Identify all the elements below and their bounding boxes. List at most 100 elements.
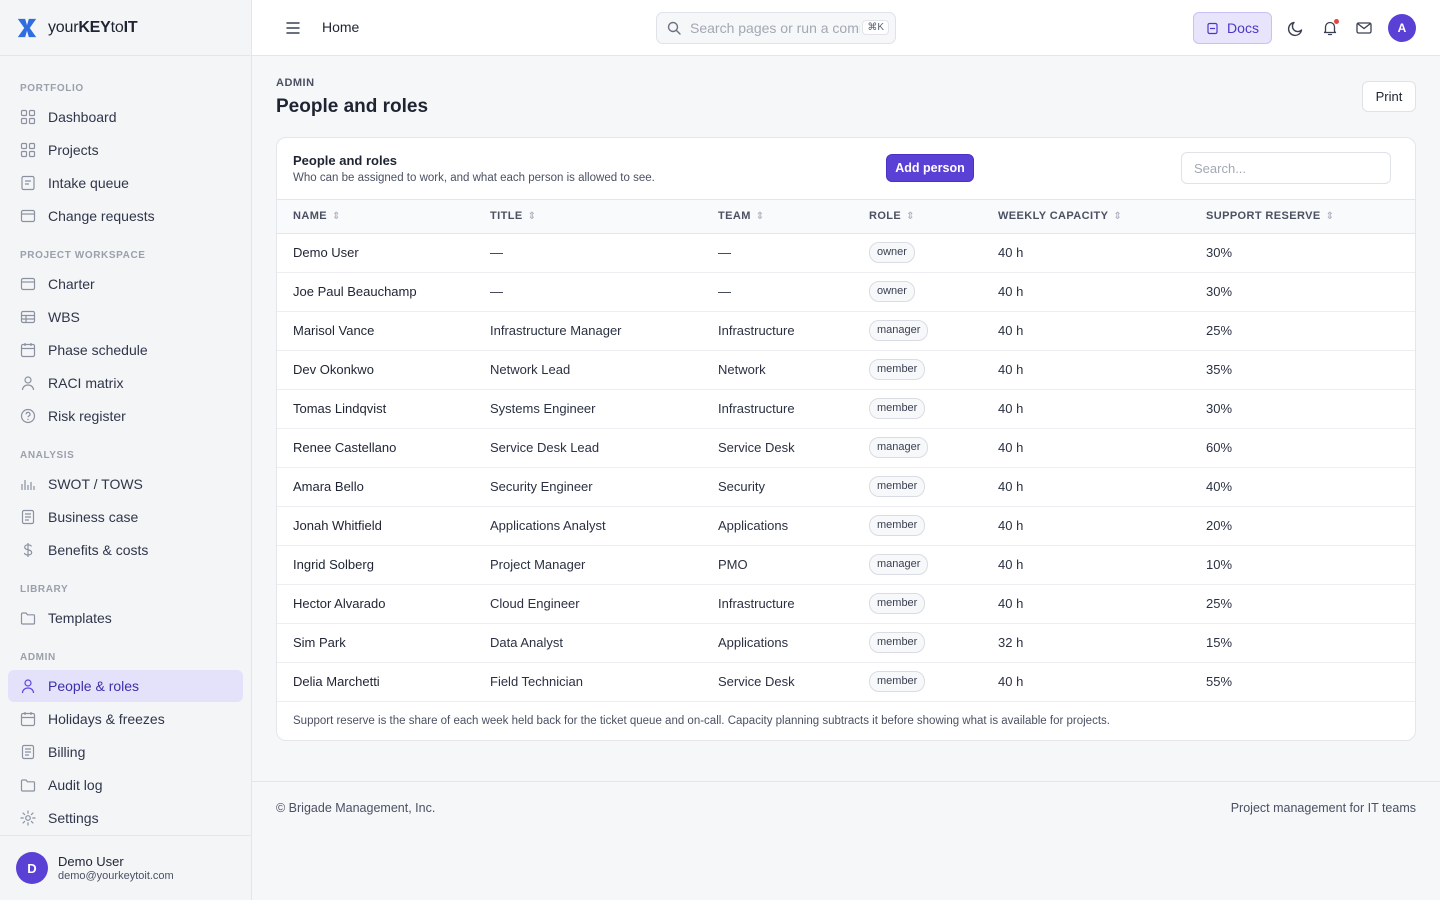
sidebar-item-raci-matrix[interactable]: RACI matrix [8,367,243,399]
sort-icon[interactable]: ⇕ [1113,211,1122,222]
table-row[interactable]: Delia Marchetti Field Technician Service D… [277,662,1415,702]
user-avatar[interactable]: D [16,852,48,884]
sidebar-item-people-and-roles[interactable]: People & roles [8,670,243,702]
sidebar-user[interactable]: D Demo User demo@yourkeytoit.com [0,835,251,900]
cell-name[interactable]: Amara Bello [277,467,490,507]
table-row[interactable]: Demo User — — owner 40 h 30% [277,233,1415,273]
sort-icon[interactable]: ⇕ [528,211,537,222]
cell-role: member [869,623,998,663]
sidebar-item-dashboard[interactable]: Dashboard [8,101,243,133]
window-icon [20,276,36,292]
cell-team: Infrastructure [718,584,869,624]
cell-name[interactable]: Renee Castellano [277,428,490,468]
table-row[interactable]: Ingrid Solberg Project Manager PMO manager 4… [277,545,1415,585]
table-row[interactable]: Dev Okonkwo Network Lead Network member 40 h… [277,350,1415,390]
cell-reserve: 40% [1206,467,1415,507]
cell-capacity: 40 h [998,662,1206,702]
cell-name[interactable]: Delia Marchetti [277,662,490,702]
brand[interactable]: yourKEYtoIT [0,0,251,56]
column-header-title[interactable]: TITLE ⇕ [490,200,718,234]
footer-copyright: © Brigade Management, Inc. [276,801,436,815]
sidebar-item-phase-schedule[interactable]: Phase schedule [8,334,243,366]
cell-name[interactable]: Tomas Lindqvist [277,389,490,429]
notification-dot [1334,19,1339,24]
cell-name[interactable]: Demo User [277,233,490,273]
print-button[interactable]: Print [1362,81,1416,112]
sidebar-item-intake-queue[interactable]: Intake queue [8,167,243,199]
cell-name[interactable]: Jonah Whitfield [277,506,490,546]
sidebar-nav: PORTFOLIO Dashboard Projects Intake queue Ch… [0,82,251,834]
cell-name[interactable]: Ingrid Solberg [277,545,490,585]
cell-reserve: 60% [1206,428,1415,468]
cell-reserve: 25% [1206,584,1415,624]
page-footer: © Brigade Management, Inc. Project manag… [252,781,1440,831]
menu-icon[interactable] [285,19,301,37]
table-row[interactable]: Sim Park Data Analyst Applications member 32… [277,623,1415,663]
column-header-weekly-capacity[interactable]: WEEKLY CAPACITY ⇕ [998,200,1206,234]
breadcrumb[interactable]: Home [322,19,359,35]
cell-name[interactable]: Joe Paul Beauchamp [277,272,490,312]
sidebar-item-projects[interactable]: Projects [8,134,243,166]
sidebar-item-settings[interactable]: Settings [8,802,243,834]
moon-icon[interactable] [1287,19,1305,37]
table-row[interactable]: Amara Bello Security Engineer Security memb… [277,467,1415,507]
sidebar-item-holidays-and-freezes[interactable]: Holidays & freezes [8,703,243,735]
global-search-input[interactable] [690,20,860,36]
sort-icon[interactable]: ⇕ [756,211,765,222]
column-header-name[interactable]: NAME ⇕ [277,200,490,234]
role-badge: manager [869,554,929,575]
sidebar-item-benefits-and-costs[interactable]: Benefits & costs [8,534,243,566]
table-row[interactable]: Renee Castellano Service Desk Lead Service… [277,428,1415,468]
cell-team: PMO [718,545,869,585]
cell-name[interactable]: Hector Alvarado [277,584,490,624]
sidebar-item-label: RACI matrix [48,375,124,391]
sidebar-item-wbs[interactable]: WBS [8,301,243,333]
sort-icon[interactable]: ⇕ [332,211,341,222]
page-eyebrow: ADMIN [276,77,315,89]
notifications-button[interactable] [1321,19,1339,37]
cell-role: member [869,389,998,429]
user-name: Demo User [58,854,124,869]
sidebar-item-audit-log[interactable]: Audit log [8,769,243,801]
add-person-button[interactable]: Add person [886,154,974,182]
role-badge: member [869,671,926,692]
mail-icon[interactable] [1355,19,1373,37]
cell-capacity: 40 h [998,389,1206,429]
table-row[interactable]: Joe Paul Beauchamp — — owner 40 h 30% [277,272,1415,312]
sidebar-item-billing[interactable]: Billing [8,736,243,768]
table-row[interactable]: Jonah Whitfield Applications Analyst Appli… [277,506,1415,546]
nav-section-library: LIBRARY [20,584,69,595]
cell-title: Data Analyst [490,623,718,663]
cell-name[interactable]: Dev Okonkwo [277,350,490,390]
column-header-team[interactable]: TEAM ⇕ [718,200,869,234]
cell-title: Applications Analyst [490,506,718,546]
user-icon [20,375,36,391]
table-row[interactable]: Hector Alvarado Cloud Engineer Infrastruct… [277,584,1415,624]
sidebar-item-business-case[interactable]: Business case [8,501,243,533]
table-row[interactable]: Tomas Lindqvist Systems Engineer Infrastru… [277,389,1415,429]
grid-icon [20,109,36,125]
cell-team: Service Desk [718,662,869,702]
global-search[interactable]: ⌘K [656,12,896,44]
sort-icon[interactable]: ⇕ [1326,211,1335,222]
sidebar-item-swot-tows[interactable]: SWOT / TOWS [8,468,243,500]
cell-name[interactable]: Sim Park [277,623,490,663]
cell-reserve: 20% [1206,506,1415,546]
people-search-input[interactable] [1181,152,1391,184]
docs-button[interactable]: Docs [1193,12,1272,44]
sidebar-item-charter[interactable]: Charter [8,268,243,300]
cell-role: member [869,584,998,624]
sidebar-item-templates[interactable]: Templates [8,602,243,634]
cell-team: — [718,233,869,273]
sidebar-item-change-requests[interactable]: Change requests [8,200,243,232]
cell-name[interactable]: Marisol Vance [277,311,490,351]
sort-icon[interactable]: ⇕ [906,211,915,222]
column-header-role[interactable]: ROLE ⇕ [869,200,998,234]
sidebar-item-risk-register[interactable]: Risk register [8,400,243,432]
cell-title: Network Lead [490,350,718,390]
cell-title: — [490,272,718,312]
column-header-support-reserve[interactable]: SUPPORT RESERVE ⇕ [1206,200,1415,234]
sidebar-item-label: Billing [48,744,86,760]
table-row[interactable]: Marisol Vance Infrastructure Manager Infra… [277,311,1415,351]
account-avatar[interactable]: A [1388,14,1416,42]
